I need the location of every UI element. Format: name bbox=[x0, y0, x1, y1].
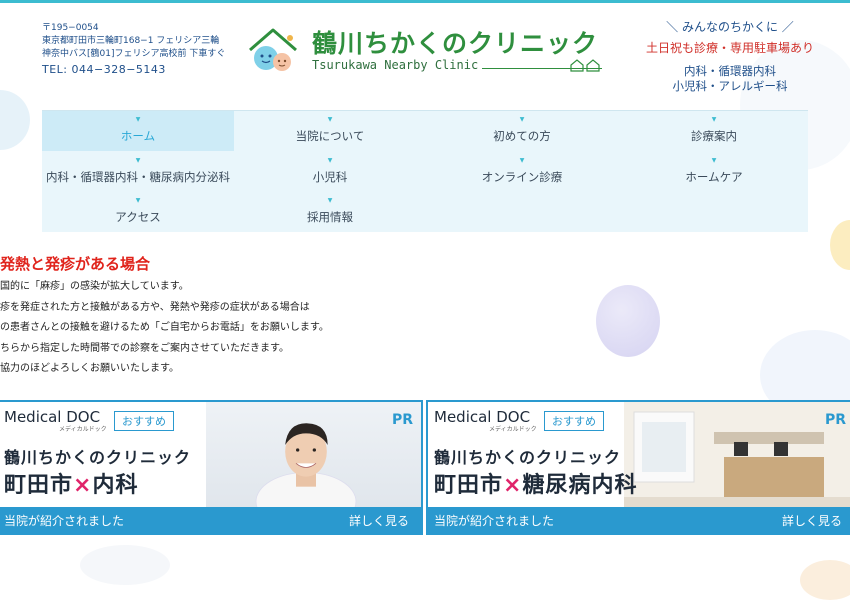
nav-item-internal-medicine[interactable]: ▼ 内科・循環器内科・糖尿病内分泌科 bbox=[42, 152, 234, 192]
notice-line: ちらから指定した時間帯での診察をご案内させていただきます。 bbox=[0, 342, 289, 354]
nav-item-pediatrics[interactable]: ▼ 小児科 bbox=[234, 152, 426, 192]
banner-specialty: 町田市×内科 bbox=[4, 473, 139, 498]
notice-body: 国的に「麻疹」の感染が拡大しています。 疹を発症された方と接触がある方や、発熱や… bbox=[0, 277, 329, 380]
medical-doc-brand: Medical DOC メディカルドック bbox=[434, 408, 537, 433]
tagline-departments-2: 小児科・アレルギー科 bbox=[672, 79, 788, 93]
notice-line: 疹を発症された方と接触がある方や、発熱や発疹の症状がある場合は bbox=[0, 301, 310, 313]
clinic-logo[interactable]: 鶴川ちかくのクリニック Tsurukawa Nearby Clinic bbox=[244, 20, 609, 80]
phone-number[interactable]: TEL: 044−328−5143 bbox=[42, 63, 225, 76]
banner-clinic-name: 鶴川ちかくのクリニック bbox=[434, 448, 622, 467]
triangle-down-icon: ▼ bbox=[327, 116, 333, 123]
tagline-departments-1: 内科・循環器内科 bbox=[684, 64, 776, 78]
background-blob bbox=[800, 560, 850, 600]
banner-specialty: 町田市×糖尿病内科 bbox=[434, 473, 638, 498]
nav-item-access[interactable]: ▼ アクセス bbox=[42, 192, 234, 232]
background-blob bbox=[830, 220, 850, 270]
nav-item-home[interactable]: ▼ ホーム bbox=[42, 111, 234, 151]
notice-line: の患者さんとの接触を避けるため「ご自宅からお電話」をお願いします。 bbox=[0, 322, 329, 333]
clinic-interior-icon bbox=[624, 402, 850, 512]
clinic-name: 鶴川ちかくのクリニック bbox=[312, 29, 599, 58]
clinic-name-english: Tsurukawa Nearby Clinic bbox=[312, 58, 479, 72]
notice-line: 国的に「麻疹」の感染が拡大しています。 bbox=[0, 281, 189, 292]
triangle-down-icon: ▼ bbox=[711, 157, 717, 164]
nav-item-recruit[interactable]: ▼ 採用情報 bbox=[234, 192, 426, 232]
header-tagline: ＼ みんなのちかくに ／ 土日祝も診療・専用駐車場あり 内科・循環器内科 小児科… bbox=[630, 20, 830, 94]
triangle-down-icon: ▼ bbox=[711, 116, 717, 123]
bus-access-line: 神奈中バス[鶴01]フェリシア高校前 下車すぐ bbox=[42, 49, 226, 59]
triangle-down-icon: ▼ bbox=[135, 197, 141, 204]
nav-item-about[interactable]: ▼ 当院について bbox=[234, 111, 426, 151]
triangle-down-icon: ▼ bbox=[135, 116, 141, 123]
recommend-badge: おすすめ bbox=[544, 411, 604, 431]
clinic-logo-icon bbox=[249, 28, 297, 71]
triangle-down-icon: ▼ bbox=[519, 116, 525, 123]
banner-clinic-name: 鶴川ちかくのクリニック bbox=[4, 448, 192, 467]
featured-text: 当院が紹介されました bbox=[4, 514, 125, 528]
background-blob bbox=[0, 90, 30, 150]
nav-item-online[interactable]: ▼ オンライン診療 bbox=[426, 152, 618, 192]
clinic-address: 〒195−0054 東京都町田市三輪町168−1 フェリシア三輪 神奈中バス[鶴… bbox=[42, 22, 225, 76]
triangle-down-icon: ▼ bbox=[327, 157, 333, 164]
zip-code: 〒195−0054 bbox=[42, 23, 99, 33]
top-accent-line bbox=[0, 0, 850, 3]
recommend-badge: おすすめ bbox=[114, 411, 174, 431]
details-link[interactable]: 詳しく見る bbox=[349, 512, 409, 529]
triangle-down-icon: ▼ bbox=[519, 157, 525, 164]
notice-title: 発熱と発疹がある場合 bbox=[0, 255, 151, 273]
pr-label: PR bbox=[824, 412, 846, 428]
nav-item-home-care[interactable]: ▼ ホームケア bbox=[618, 152, 810, 192]
balloon-decoration bbox=[596, 285, 660, 357]
triangle-down-icon: ▼ bbox=[135, 157, 141, 164]
house-icon bbox=[570, 59, 600, 72]
banner-footer-bar: 当院が紹介されました 詳しく見る bbox=[428, 507, 850, 533]
nav-item-services[interactable]: ▼ 診療案内 bbox=[618, 111, 810, 151]
notice-line: 協力のほどよろしくお願いいたします。 bbox=[0, 363, 179, 374]
medical-doc-brand: Medical DOC メディカルドック bbox=[4, 408, 107, 433]
doctor-portrait-icon bbox=[255, 423, 357, 510]
featured-text: 当院が紹介されました bbox=[434, 514, 555, 528]
banner-footer-bar: 当院が紹介されました 詳しく見る bbox=[0, 507, 421, 533]
background-blob bbox=[80, 545, 170, 585]
medical-doc-banner-internal[interactable]: Medical DOC メディカルドック おすすめ PR 鶴川ちかくのクリニック … bbox=[0, 400, 423, 535]
main-navigation: ▼ ホーム ▼ 当院について ▼ 初めての方 ▼ 診療案内 ▼ 内科・循環器内科・糖尿病内… bbox=[42, 110, 808, 232]
nav-item-first-visit[interactable]: ▼ 初めての方 bbox=[426, 111, 618, 151]
tagline-open-days: 土日祝も診療・専用駐車場あり bbox=[645, 41, 814, 55]
medical-doc-banner-diabetes[interactable]: Medical DOC メディカルドック おすすめ PR 鶴川ちかくのクリニック … bbox=[426, 400, 850, 535]
pr-label: PR bbox=[391, 412, 413, 428]
details-link[interactable]: 詳しく見る bbox=[782, 512, 842, 529]
address-line: 東京都町田市三輪町168−1 フェリシア三輪 bbox=[42, 36, 220, 46]
triangle-down-icon: ▼ bbox=[327, 197, 333, 204]
tagline-slogan: ＼ みんなのちかくに ／ bbox=[666, 20, 794, 34]
